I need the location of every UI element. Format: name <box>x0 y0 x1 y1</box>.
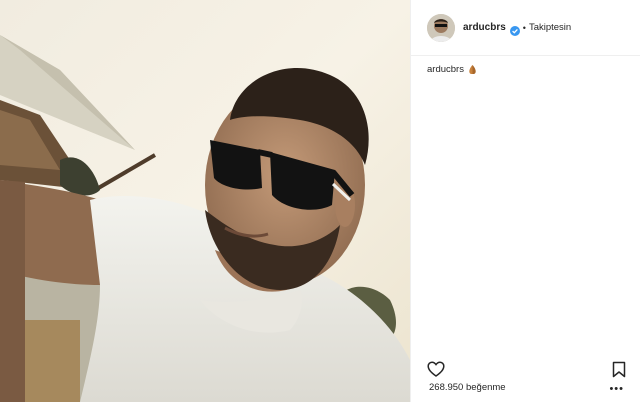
selfie-image <box>0 0 410 402</box>
post-actions <box>411 356 640 382</box>
more-options-icon[interactable]: ••• <box>609 384 624 395</box>
verified-badge-icon <box>509 23 520 36</box>
folded-hands-emoji-icon <box>467 64 478 75</box>
follow-status-button[interactable]: Takiptesin <box>529 22 571 33</box>
post-header: arducbrs • Takiptesin <box>411 0 640 56</box>
post-caption: arducbrs <box>411 56 640 83</box>
heart-icon[interactable] <box>427 361 445 377</box>
bookmark-icon[interactable] <box>612 361 626 378</box>
avatar[interactable] <box>427 13 455 42</box>
instagram-post: arducbrs • Takiptesin arducbrs 268.950 b… <box>0 0 640 402</box>
post-side-panel: arducbrs • Takiptesin arducbrs 268.950 b… <box>410 0 640 402</box>
post-photo[interactable] <box>0 0 410 402</box>
header-username[interactable]: arducbrs <box>463 22 506 33</box>
caption-username[interactable]: arducbrs <box>427 64 464 75</box>
separator-dot: • <box>522 22 526 33</box>
likes-count[interactable]: 268.950 beğenme <box>429 382 506 393</box>
